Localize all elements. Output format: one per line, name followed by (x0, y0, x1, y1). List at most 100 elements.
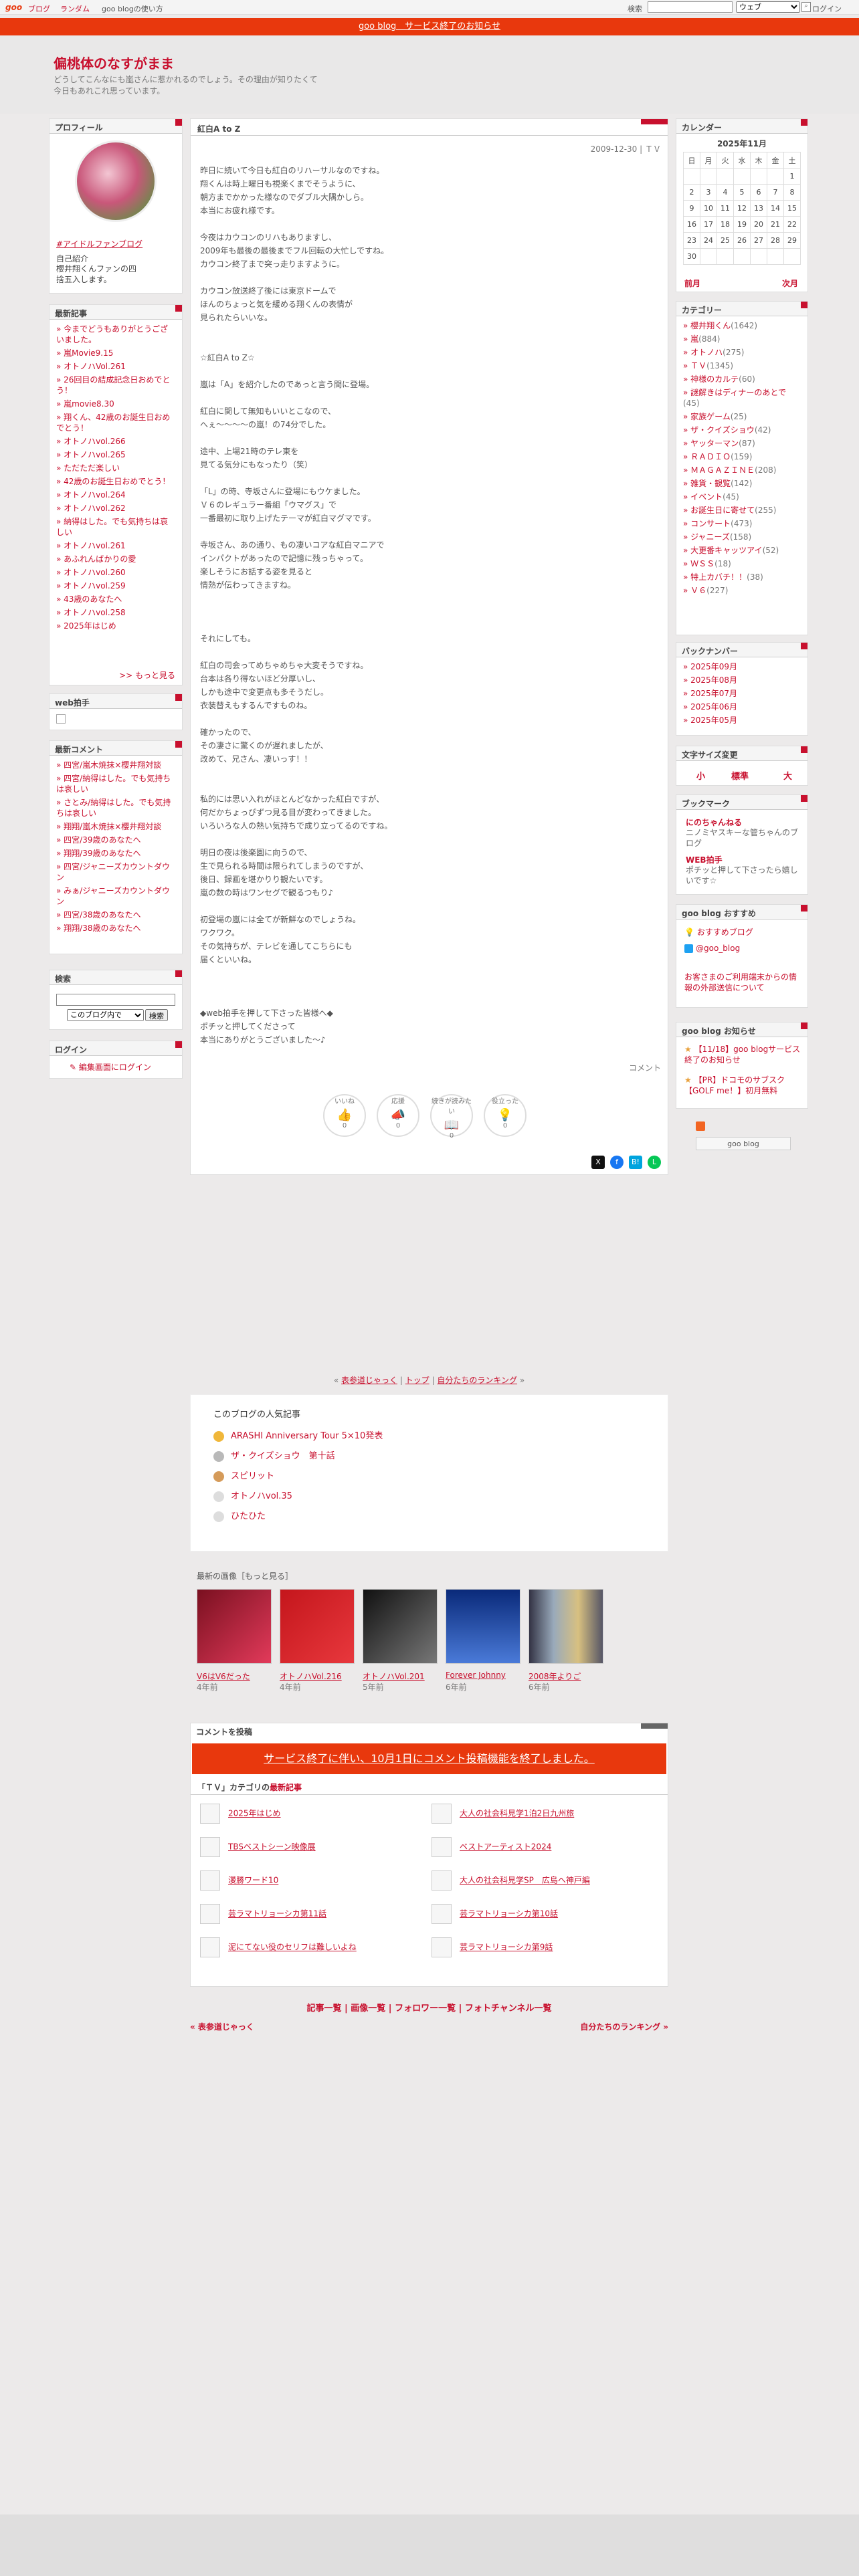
category-item-link[interactable]: ＴＶ (690, 361, 706, 370)
blog-search-scope[interactable]: このブログ内で (67, 1009, 144, 1021)
line-share-icon[interactable]: L (648, 1156, 661, 1169)
recent-post-item[interactable]: オトノハvol.264 (56, 490, 175, 500)
category-item-link[interactable]: ＲＡＤＩＯ (690, 452, 731, 461)
recent-post-item-link[interactable]: 43歳のあなたへ (64, 595, 122, 604)
image-caption[interactable]: Forever Johnny (446, 1671, 520, 1680)
recent-post-item-link[interactable]: 嵐Movie9.15 (64, 348, 113, 358)
search-icon[interactable]: ⌕ (801, 2, 811, 12)
category-article[interactable]: 芸ラマトリョーシカ第11話 (200, 1904, 326, 1924)
backnumber-item-link[interactable]: 2025年08月 (690, 675, 737, 685)
category-item-link[interactable]: 大更番キャッツアイ (690, 546, 762, 555)
recent-post-item-link[interactable]: 42歳のお誕生日おめでとう！ (64, 477, 170, 486)
popular-item[interactable]: ARASHI Anniversary Tour 5×10発表 (213, 1428, 383, 1442)
rss-icon[interactable] (696, 1121, 705, 1131)
recent-post-item[interactable]: あふれんばかりの愛 (56, 554, 175, 564)
comment-item[interactable]: みぁ/ジャニーズカウントダウン (56, 885, 175, 907)
category-article[interactable]: 大人の社会科見学1泊2日九州旅 (432, 1804, 574, 1824)
recent-post-item-link[interactable]: オトノハvol.264 (64, 490, 126, 500)
footer-next-link[interactable]: 自分たちのランキング » (580, 2021, 668, 2032)
recent-post-item[interactable]: 翔くん、42歳のお誕生日おめでとう！ (56, 412, 175, 433)
recent-post-item-link[interactable]: オトノハvol.265 (64, 450, 126, 459)
backnumber-item[interactable]: 2025年08月 (683, 675, 801, 685)
category-item[interactable]: 謎解きはディナーのあとで (45) (683, 387, 801, 409)
category-item[interactable]: 特上カバチ！！(38) (683, 572, 801, 582)
comment-item-link[interactable]: 翔翔/38歳のあなたへ (64, 924, 140, 933)
comment-item-link[interactable]: 四宮/納得はした。でも気持ちは哀しい (56, 774, 171, 794)
comment-item-link[interactable]: 翔翔/嵐木焼抹×櫻井翔対談 (64, 822, 161, 831)
popular-item[interactable]: ザ・クイズショウ 第十話 (213, 1448, 335, 1462)
image-thumb[interactable] (197, 1589, 272, 1664)
category-article[interactable]: 2025年はじめ (200, 1804, 281, 1824)
category-item-link[interactable]: お誕生日に寄せて (690, 506, 755, 515)
comment-item-link[interactable]: 四宮/ジャニーズカウントダウン (56, 862, 170, 882)
category-item[interactable]: 家族ゲーム(25) (683, 411, 801, 422)
textsize-small[interactable]: 小 (696, 769, 705, 782)
category-article[interactable]: 芸ラマトリョーシカ第9話 (432, 1937, 553, 1957)
comment-item[interactable]: 翔翔/39歳のあなたへ (56, 848, 175, 859)
recent-post-item[interactable]: オトノハvol.261 (56, 540, 175, 551)
global-search-input[interactable] (648, 1, 733, 13)
recent-post-item[interactable]: オトノハvol.258 (56, 607, 175, 618)
goo-info-item-1[interactable]: ★ 【11/18】goo blogサービス終了のお知らせ (684, 1044, 803, 1065)
bookmark-title-1[interactable]: にのちゃんねる (686, 817, 742, 828)
recent-post-item-link[interactable]: オトノハvol.261 (64, 541, 126, 550)
category-item[interactable]: ＷＳＳ(18) (683, 558, 801, 569)
recent-post-item-link[interactable]: オトノハVol.261 (64, 362, 126, 371)
category-article[interactable]: 芸ラマトリョーシカ第10話 (432, 1904, 558, 1924)
prev-post-link[interactable]: 表参道じゃっく (341, 1376, 397, 1385)
recent-post-item[interactable]: 2025年はじめ (56, 621, 175, 631)
comment-item[interactable]: 四宮/38歳のあなたへ (56, 909, 175, 920)
popular-item[interactable]: ひたひた (213, 1509, 266, 1522)
recommend-item-1[interactable]: 💡 おすすめブログ (684, 926, 753, 938)
blog-search-button[interactable]: 検索 (145, 1009, 168, 1021)
backnumber-item[interactable]: 2025年09月 (683, 661, 801, 672)
image-thumb[interactable] (529, 1589, 603, 1664)
profile-avatar[interactable] (75, 140, 157, 222)
category-item[interactable]: 櫻井翔くん(1642) (683, 320, 801, 331)
recent-post-item-link[interactable]: オトノハvol.259 (64, 581, 126, 591)
category-item[interactable]: ＭＡＧＡＺＩＮＥ(208) (683, 465, 801, 475)
calendar-next-link[interactable]: 次月 (782, 278, 798, 289)
post-date-category[interactable]: 2009-12-30 | ＴＶ (591, 143, 661, 154)
footer-index-links[interactable]: 記事一覧 | 画像一覧 | フォロワー一覧 | フォトチャンネル一覧 (190, 2001, 668, 2014)
recent-post-item[interactable]: オトノハvol.266 (56, 436, 175, 447)
topbar-link-blog[interactable]: ブログ (28, 3, 50, 14)
comment-item[interactable]: 四宮/ジャニーズカウントダウン (56, 861, 175, 883)
backnumber-item-link[interactable]: 2025年06月 (690, 702, 737, 712)
backnumber-item[interactable]: 2025年07月 (683, 688, 801, 699)
comment-item-link[interactable]: みぁ/ジャニーズカウントダウン (56, 886, 170, 906)
x-share-icon[interactable]: X (591, 1156, 605, 1169)
comment-item[interactable]: 翔翔/嵐木焼抹×櫻井翔対談 (56, 821, 175, 832)
webclap-image[interactable] (56, 714, 66, 724)
comment-item[interactable]: 四宮/嵐木焼抹×櫻井翔対談 (56, 760, 175, 770)
facebook-share-icon[interactable]: f (610, 1156, 624, 1169)
category-article[interactable]: TBSベストシーン映像展 (200, 1837, 316, 1857)
recent-post-item-link[interactable]: オトノハvol.260 (64, 568, 126, 577)
recent-post-item-link[interactable]: 今までどうもありがとうございました。 (56, 324, 168, 344)
goo-logo[interactable]: goo (5, 3, 22, 12)
profile-name[interactable]: #アイドルファンブログ (56, 238, 142, 249)
image-caption[interactable]: オトノハVol.201 (363, 1671, 438, 1682)
category-item[interactable]: ＲＡＤＩＯ(159) (683, 451, 801, 462)
image-thumb[interactable] (280, 1589, 355, 1664)
textsize-large[interactable]: 大 (783, 769, 792, 782)
comment-item-link[interactable]: 四宮/39歳のあなたへ (64, 835, 140, 845)
reaction-useful-button[interactable]: 役立った 💡 0 (484, 1094, 527, 1137)
recent-post-item-link[interactable]: 嵐movie8.30 (64, 399, 114, 409)
comment-item-link[interactable]: さとみ/納得はした。でも気持ちは哀しい (56, 798, 171, 818)
category-item-link[interactable]: 謎解きはディナーのあとで (690, 388, 786, 397)
next-post-link[interactable]: 自分たちのランキング (437, 1376, 517, 1385)
comment-item-link[interactable]: 四宮/38歳のあなたへ (64, 910, 140, 920)
category-item[interactable]: オトノハ(275) (683, 347, 801, 358)
edit-login-link[interactable]: ✎ 編集画面にログイン (70, 1061, 151, 1073)
backnumber-item-link[interactable]: 2025年09月 (690, 662, 737, 671)
category-item[interactable]: 大更番キャッツアイ(52) (683, 545, 801, 556)
backnumber-item-link[interactable]: 2025年07月 (690, 689, 737, 698)
recent-post-item-link[interactable]: 納得はした。でも気持ちは哀しい (56, 517, 168, 537)
category-item-link[interactable]: 特上カバチ！！ (690, 572, 747, 582)
image-caption[interactable]: 2008年よりご (529, 1671, 603, 1682)
category-item-link[interactable]: ＭＡＧＡＺＩＮＥ (690, 465, 755, 475)
reaction-like-button[interactable]: いいね 👍 0 (323, 1094, 366, 1137)
image-thumb[interactable] (446, 1589, 520, 1664)
recommend-item-2[interactable]: @goo_blog (684, 944, 740, 953)
